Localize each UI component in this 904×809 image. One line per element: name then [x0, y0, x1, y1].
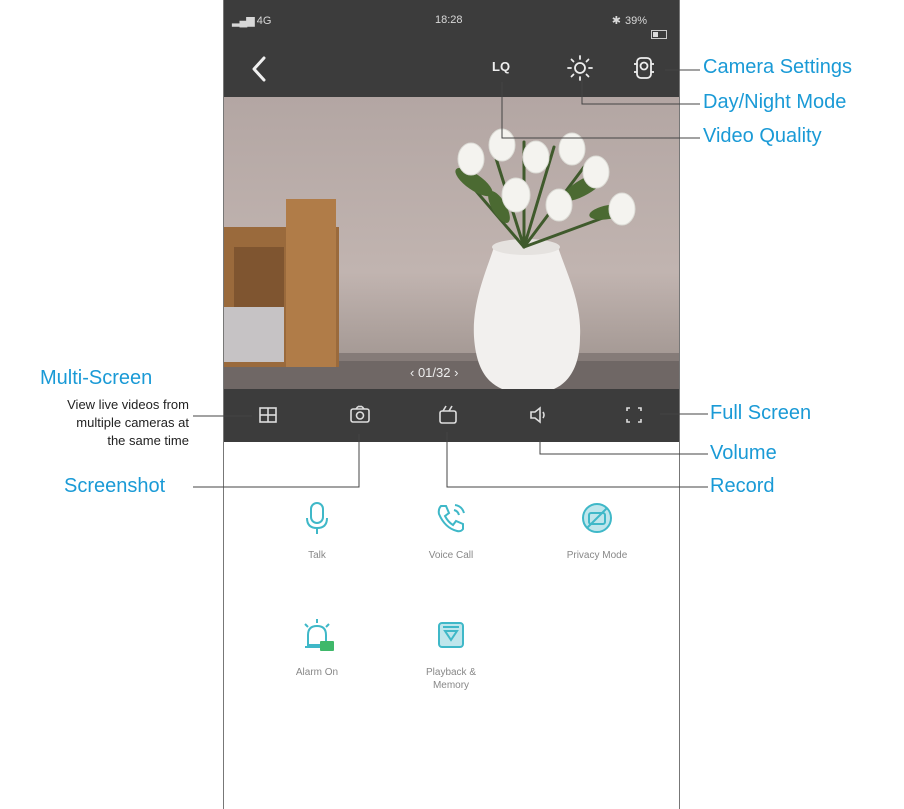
multi-screen-desc-line: View live videos from: [67, 397, 189, 412]
record-callout: Record: [710, 475, 775, 497]
full-screen-callout: Full Screen: [710, 402, 812, 424]
video-quality-callout: Video Quality: [703, 125, 822, 147]
multi-screen-description: View live videos from multiple cameras a…: [10, 396, 189, 450]
screenshot-callout: Screenshot: [64, 475, 166, 497]
camera-settings-callout: Camera Settings: [703, 56, 852, 78]
multi-screen-callout: Multi-Screen: [40, 367, 153, 389]
multi-screen-desc-line: the same time: [107, 433, 189, 448]
volume-callout: Volume: [710, 442, 777, 464]
day-night-mode-callout: Day/Night Mode: [703, 91, 847, 113]
multi-screen-desc-line: multiple cameras at: [76, 415, 189, 430]
